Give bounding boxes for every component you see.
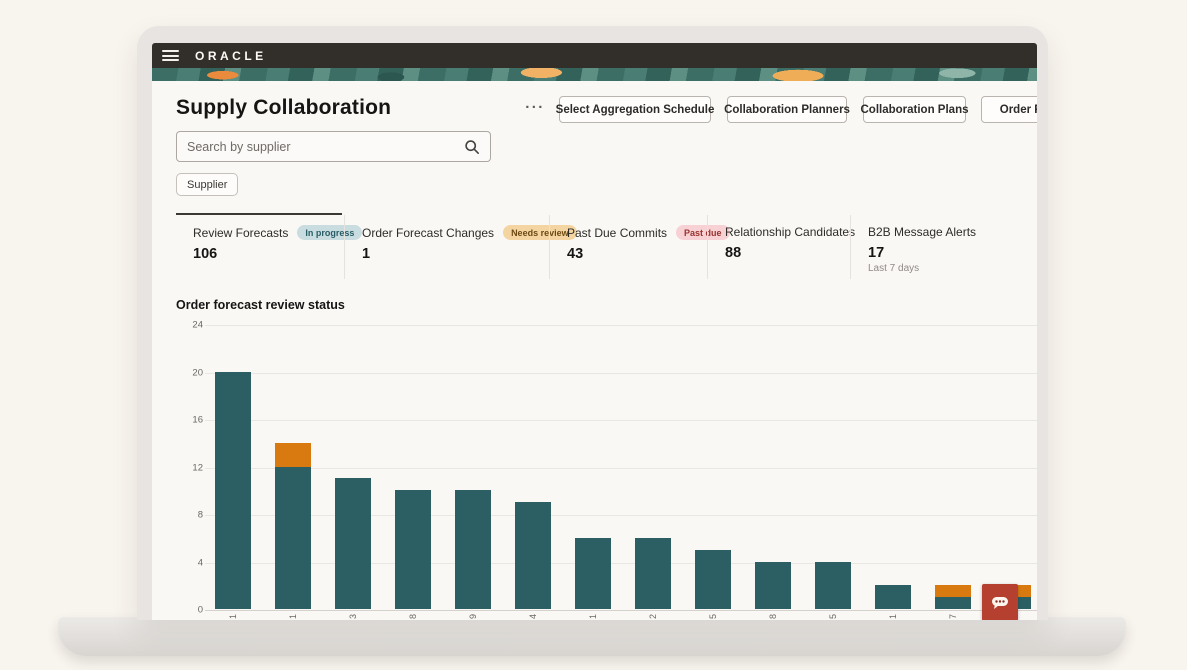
stat-order-forecast-changes[interactable]: Order Forecast Changes Needs review 1: [344, 215, 549, 279]
gridline: [205, 468, 1037, 469]
stat-label: Order Forecast Changes: [362, 226, 494, 240]
stat-review-forecasts[interactable]: Review Forecasts In progress 106: [176, 215, 344, 279]
bar-segment-teal[interactable]: [935, 597, 971, 609]
y-axis-tick: 4: [165, 557, 203, 568]
gridline: [205, 610, 1037, 611]
stat-label: Past Due Commits: [567, 226, 667, 240]
search-box: [176, 131, 491, 162]
supplier-filter-chip[interactable]: Supplier: [176, 173, 238, 196]
bar-segment-teal[interactable]: [875, 585, 911, 609]
x-axis-label: 9: [455, 614, 491, 620]
bar-segment-orange[interactable]: [275, 443, 311, 467]
bar-segment-teal[interactable]: [335, 478, 371, 609]
app-header: ORACLE: [152, 43, 1037, 68]
gridline: [205, 420, 1037, 421]
select-aggregation-schedule-button[interactable]: Select Aggregation Schedule: [559, 96, 711, 123]
x-axis-label: 8: [395, 614, 431, 620]
stat-value: 1: [362, 246, 541, 262]
bar-segment-teal[interactable]: [695, 550, 731, 609]
search-input[interactable]: [187, 140, 464, 154]
oracle-logo: ORACLE: [195, 49, 267, 63]
x-axis-label: 7: [935, 614, 971, 620]
x-axis-label: 5: [815, 614, 851, 620]
page-title: Supply Collaboration: [176, 96, 391, 120]
search-icon[interactable]: [464, 139, 480, 155]
x-axis-label: 3: [335, 614, 371, 620]
x-axis-label: 1: [275, 614, 311, 620]
stat-label: Relationship Candidates: [725, 225, 855, 239]
bar-segment-teal[interactable]: [455, 490, 491, 609]
gridline: [205, 325, 1037, 326]
chart-title: Order forecast review status: [176, 298, 345, 312]
stat-label: B2B Message Alerts: [868, 225, 976, 239]
stat-sublabel: Last 7 days: [868, 263, 1029, 274]
order-forecast-button[interactable]: Order Forecast: [981, 96, 1037, 123]
y-axis-tick: 0: [165, 605, 203, 616]
bar-segment-teal[interactable]: [635, 538, 671, 609]
stat-value: 88: [725, 245, 842, 261]
bar-segment-teal[interactable]: [755, 562, 791, 610]
x-axis-label: 5: [695, 614, 731, 620]
stat-past-due-commits[interactable]: Past Due Commits Past due 43: [549, 215, 707, 279]
x-axis-label: 8: [755, 614, 791, 620]
x-axis-label: 1: [575, 614, 611, 620]
stat-value: 43: [567, 246, 699, 262]
y-axis-tick: 20: [165, 367, 203, 378]
chart-plot: 0481216202411389412585172: [210, 325, 1037, 610]
y-axis-tick: 12: [165, 462, 203, 473]
y-axis-tick: 16: [165, 415, 203, 426]
gridline: [205, 515, 1037, 516]
bar-segment-orange[interactable]: [935, 585, 971, 597]
gridline: [205, 373, 1037, 374]
bar-segment-teal[interactable]: [215, 372, 251, 610]
collaboration-plans-button[interactable]: Collaboration Plans: [863, 96, 966, 123]
y-axis-tick: 24: [165, 320, 203, 331]
stat-b2b-message-alerts[interactable]: B2B Message Alerts 17 Last 7 days: [850, 215, 1037, 279]
kpi-strip: Review Forecasts In progress 106 Order F…: [176, 215, 1037, 279]
laptop-base: [58, 617, 1126, 656]
laptop-frame: ORACLE Supply Collaboration ··· Select A…: [137, 26, 1048, 620]
collaboration-planners-button[interactable]: Collaboration Planners: [727, 96, 847, 123]
chat-bubble-icon: [989, 592, 1011, 614]
gridline: [205, 563, 1037, 564]
x-axis-label: 4: [515, 614, 551, 620]
bar-segment-teal[interactable]: [395, 490, 431, 609]
stat-label: Review Forecasts: [193, 226, 288, 240]
hamburger-menu-icon[interactable]: [162, 50, 179, 61]
x-axis-label: 1: [875, 614, 911, 620]
bar-segment-teal[interactable]: [275, 467, 311, 610]
stat-value: 17: [868, 245, 1029, 261]
chat-widget-button[interactable]: [982, 584, 1018, 620]
stat-value: 106: [193, 246, 336, 262]
x-axis-label: 1: [215, 614, 251, 620]
more-actions-icon[interactable]: ···: [522, 101, 548, 119]
bar-segment-teal[interactable]: [815, 562, 851, 610]
decorative-banner: [152, 68, 1037, 81]
y-axis-tick: 8: [165, 510, 203, 521]
stat-relationship-candidates[interactable]: Relationship Candidates 88: [707, 215, 850, 279]
bar-segment-teal[interactable]: [575, 538, 611, 609]
laptop-screen: ORACLE Supply Collaboration ··· Select A…: [152, 43, 1037, 620]
x-axis-label: 2: [635, 614, 671, 620]
bar-segment-teal[interactable]: [515, 502, 551, 609]
